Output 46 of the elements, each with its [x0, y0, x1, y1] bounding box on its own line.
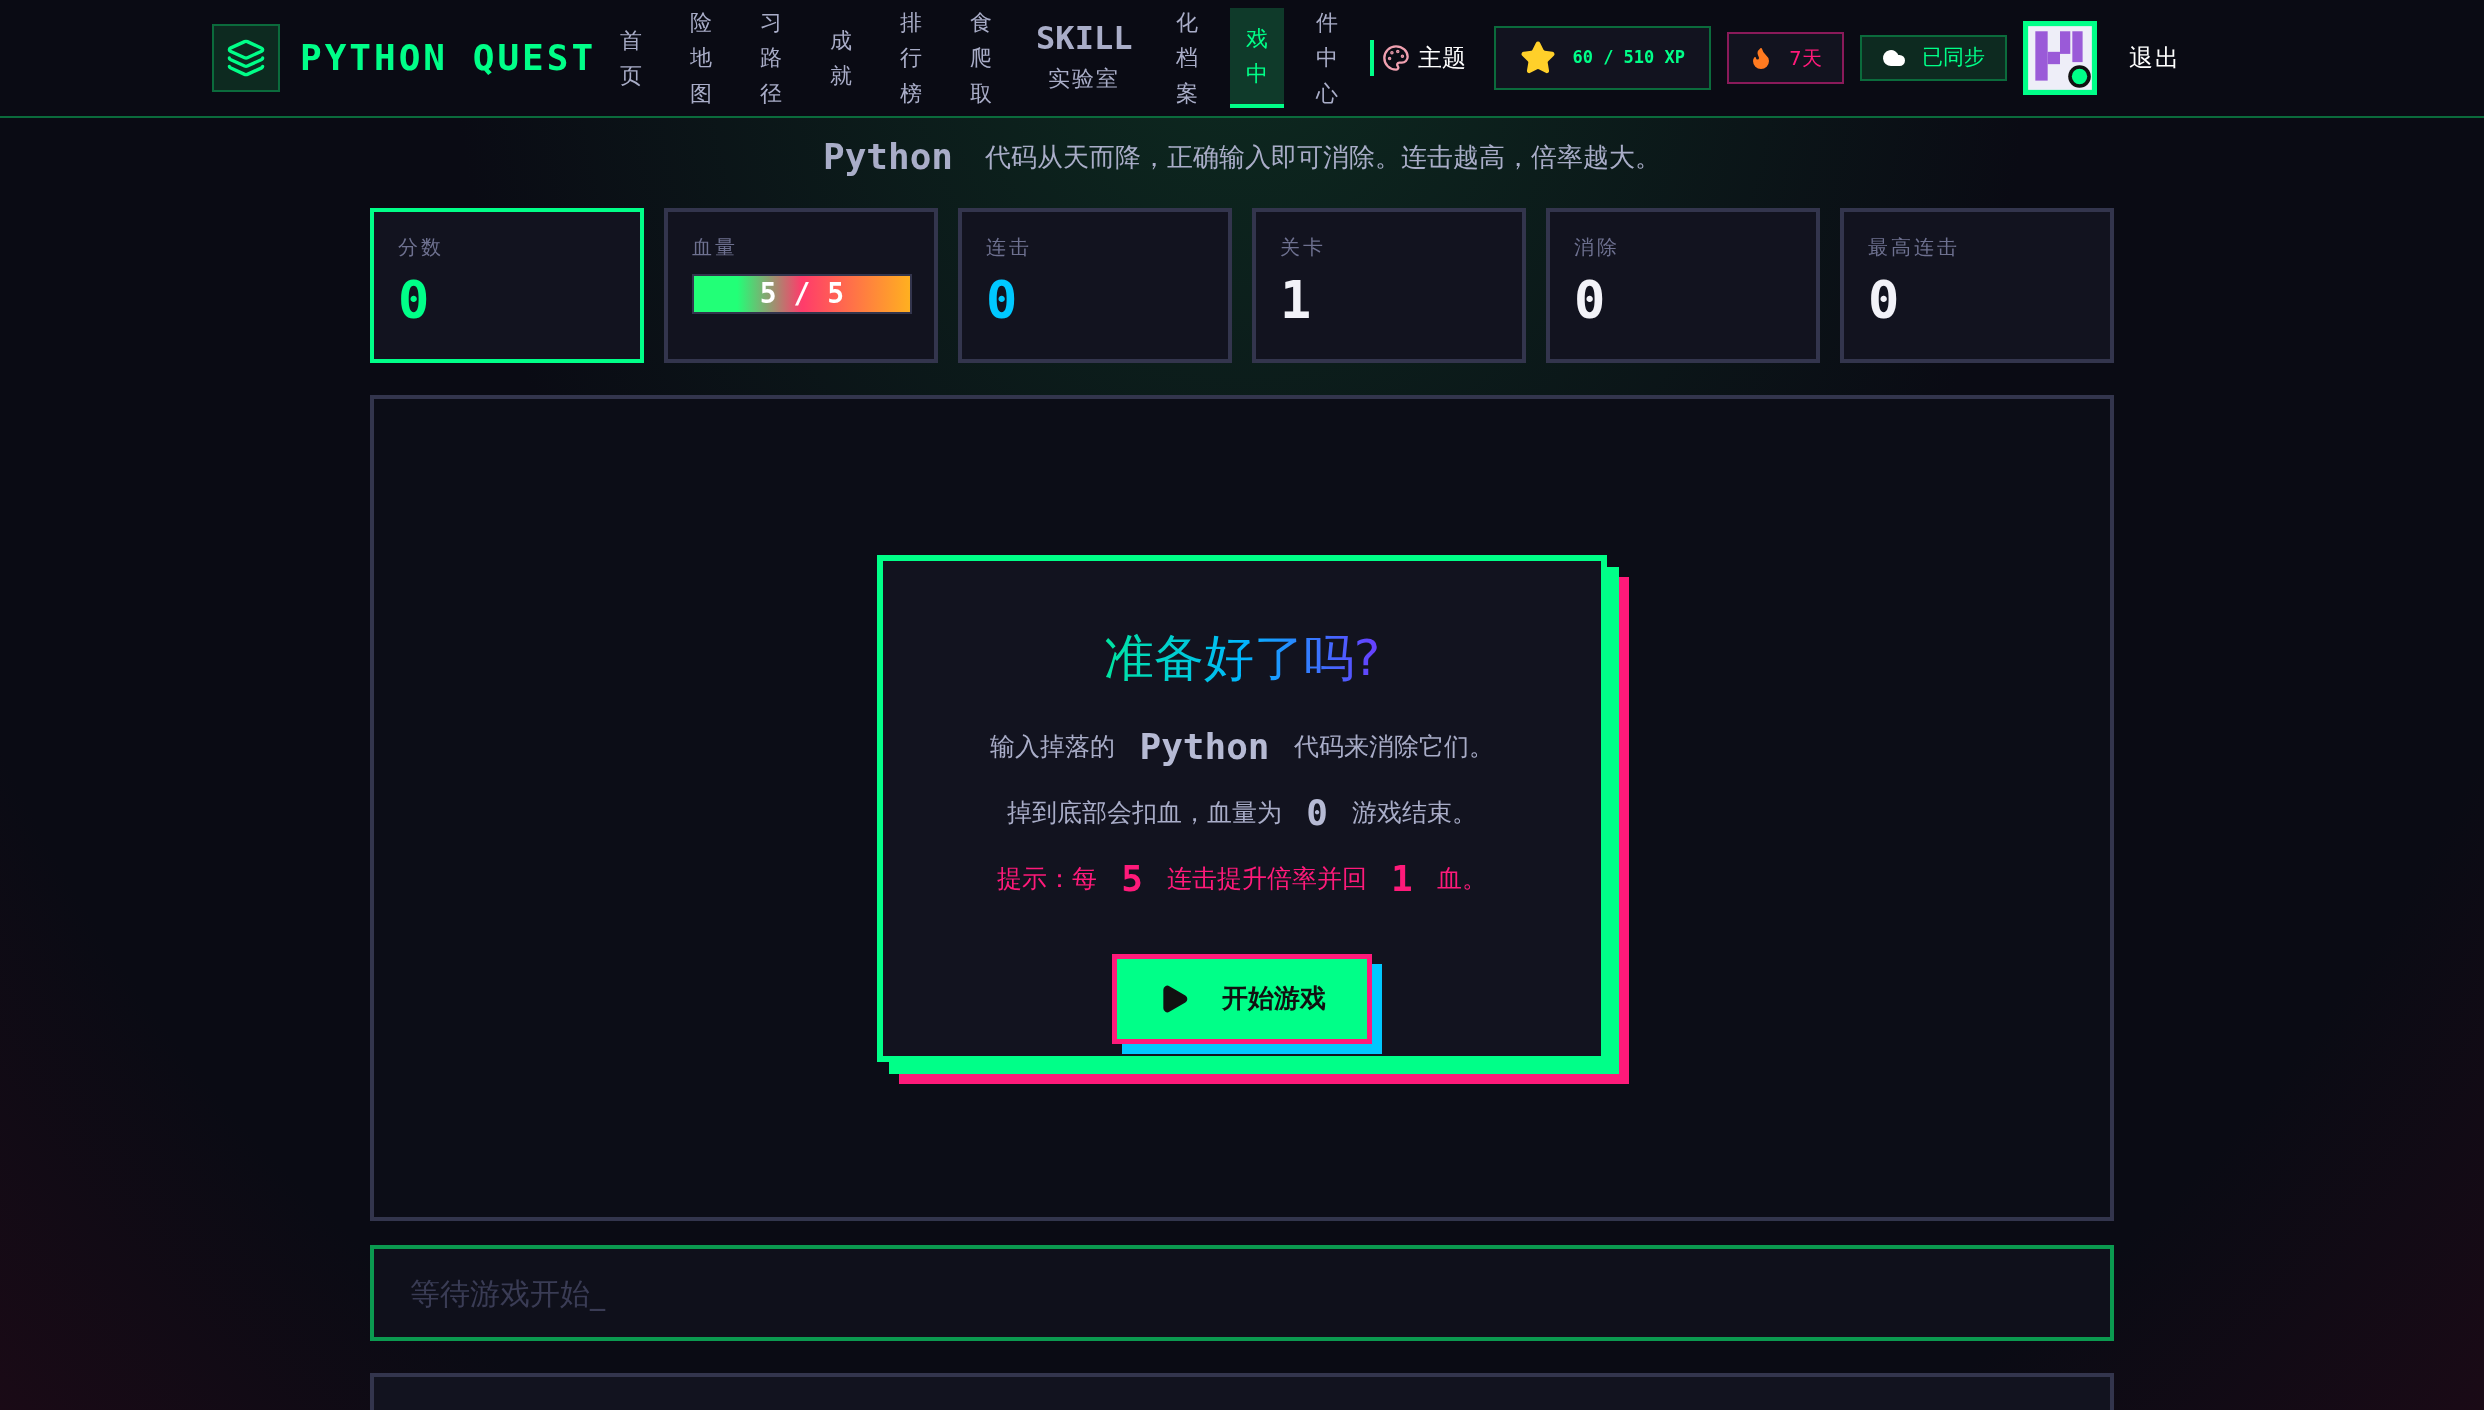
modal-text: 输入掉落的: [990, 730, 1116, 763]
stat-label: 连击: [986, 234, 1033, 261]
nav-link[interactable]: 戏中: [1230, 8, 1285, 108]
nav-link[interactable]: 件中心: [1300, 8, 1355, 108]
code-word: 1: [1391, 856, 1413, 901]
nav-link[interactable]: 险地图: [674, 8, 729, 108]
app-logo: PYTHON QUEST: [300, 36, 597, 80]
modal-text: 血。: [1436, 862, 1487, 895]
nav-link[interactable]: 食爬取: [954, 8, 1009, 108]
nav-link[interactable]: 首页: [604, 8, 659, 108]
streak-badge: 7天: [1727, 32, 1844, 84]
stat-value: 1: [1280, 274, 1313, 326]
modal-text: 提示：每: [997, 862, 1098, 895]
nav-link[interactable]: 习路径: [744, 8, 799, 108]
stat-label: 分数: [398, 234, 445, 261]
palette-icon: [1382, 44, 1411, 72]
modal-text: 代码来消除它们。: [1293, 730, 1494, 763]
code-word: Python: [822, 135, 953, 179]
modal-text: 连击提升倍率并回: [1167, 862, 1367, 895]
code-word: 0: [1306, 790, 1328, 835]
modal-text: 掉到底部会扣血，血量为: [1007, 796, 1283, 829]
stat-label: 消除: [1574, 234, 1621, 261]
nav-link[interactable]: 排行榜: [884, 8, 939, 108]
stat-value: 0: [986, 274, 1019, 326]
xp-badge: 60 / 510 XP: [1494, 26, 1711, 90]
stat-label: 最高连击: [1868, 234, 1961, 261]
avatar-icon: [2022, 21, 2097, 95]
sync-status: 已同步: [1859, 35, 2007, 81]
stat-value: 0: [398, 274, 431, 326]
code-word: Python: [1139, 724, 1270, 769]
theme-button[interactable]: 主题: [1370, 40, 1475, 76]
code-word: 5: [1121, 856, 1143, 901]
modal-text: 游戏结束。: [1351, 796, 1477, 829]
stat-value: 0: [1574, 274, 1607, 326]
nav-link[interactable]: 成就: [814, 8, 869, 108]
star-icon: [1520, 40, 1557, 76]
layers-icon: [226, 38, 266, 78]
stat-value: 0: [1868, 274, 1901, 326]
logout-button[interactable]: 退出: [2128, 40, 2181, 76]
stat-label: 血量: [692, 234, 739, 261]
intro-text: 代码从天而降，正确输入即可消除。连击越高，倍率越大。: [985, 140, 1661, 174]
code-input[interactable]: 等待游戏开始_: [370, 1245, 2114, 1341]
health-reading: 5 / 5: [758, 276, 846, 312]
stat-label: 关卡: [1280, 234, 1327, 261]
nav-link[interactable]: SKILL 实验室: [1024, 21, 1145, 95]
nav-link[interactable]: 化档案: [1160, 8, 1215, 108]
